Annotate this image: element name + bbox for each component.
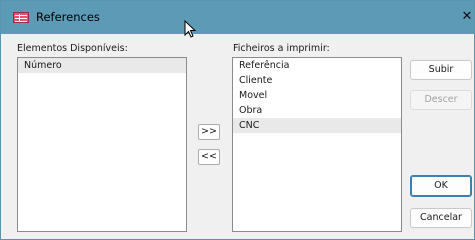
list-item-numero[interactable]: Número (18, 58, 186, 73)
list-item-cliente[interactable]: Cliente (233, 73, 401, 88)
available-list[interactable]: Número (17, 57, 187, 232)
list-item-movel[interactable]: Movel (233, 88, 401, 103)
add-all-button[interactable]: >> (198, 124, 220, 140)
available-label: Elementos Disponíveis: (17, 43, 128, 54)
list-item-referencia[interactable]: Referência (233, 58, 401, 73)
references-dialog: References ✕ Elementos Disponíveis: Núme… (0, 0, 475, 240)
table-icon (13, 12, 29, 23)
mouse-cursor-icon (184, 20, 197, 38)
list-item-obra[interactable]: Obra (233, 103, 401, 118)
up-button[interactable]: Subir (410, 60, 472, 80)
remove-all-button[interactable]: << (198, 149, 220, 165)
to-print-list[interactable]: Referência Cliente Movel Obra CNC (232, 57, 402, 232)
list-item-cnc[interactable]: CNC (233, 118, 401, 133)
cancel-button[interactable]: Cancelar (410, 208, 472, 228)
to-print-label: Ficheiros a imprimir: (233, 43, 330, 54)
ok-button[interactable]: OK (410, 175, 472, 197)
window-title: References (36, 10, 100, 24)
title-bar[interactable]: References ✕ (1, 1, 474, 34)
close-icon[interactable]: ✕ (460, 9, 474, 25)
down-button[interactable]: Descer (410, 90, 472, 110)
